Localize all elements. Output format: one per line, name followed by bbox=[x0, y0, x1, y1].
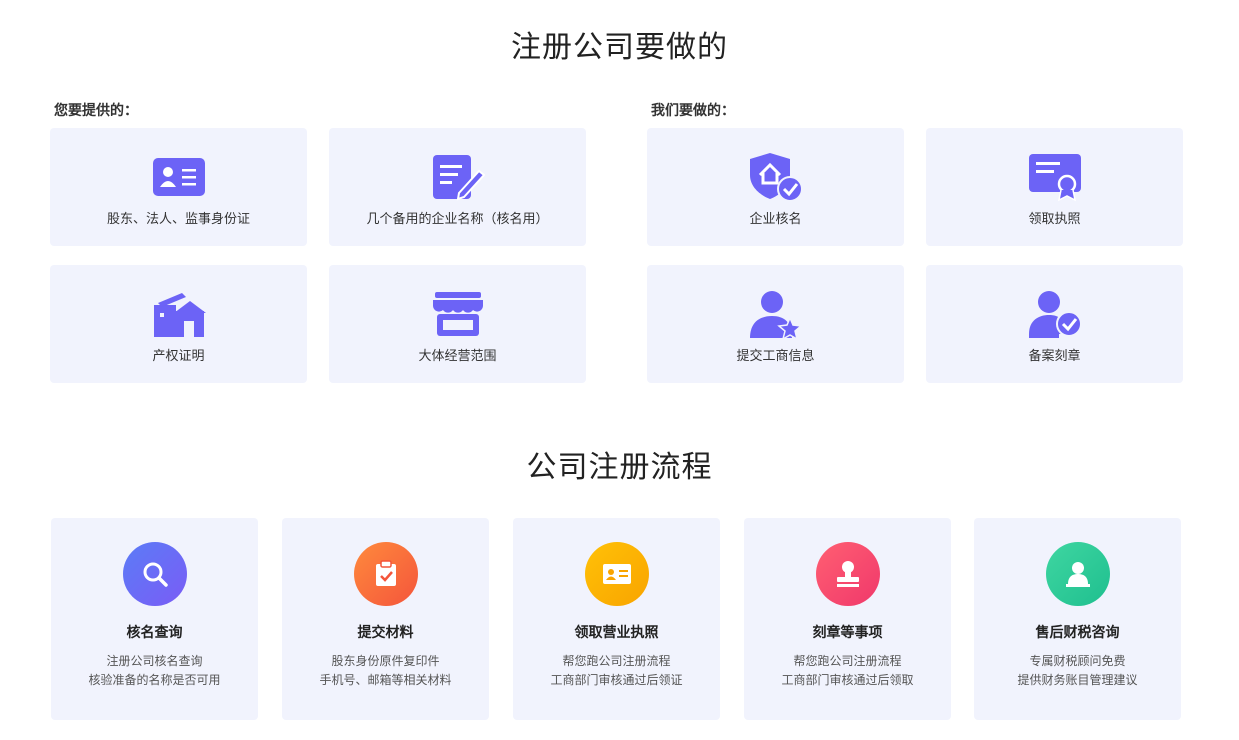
step-title: 提交材料 bbox=[357, 625, 414, 641]
stamp-icon bbox=[815, 542, 880, 606]
card-label: 备案刻章 bbox=[1028, 349, 1081, 364]
step-description: 注册公司核名查询 核验准备的名称是否可用 bbox=[88, 654, 221, 687]
step-title: 刻章等事项 bbox=[812, 625, 883, 641]
group-label-we-do: 我们要做的： bbox=[651, 103, 735, 119]
step-title: 售后财税咨询 bbox=[1035, 625, 1120, 641]
card-name-verification: 企业核名 bbox=[647, 128, 904, 246]
card-get-license: 领取执照 bbox=[926, 128, 1183, 246]
step-description: 专属财税顾问免费 提供财务账目管理建议 bbox=[1017, 654, 1138, 687]
card-label: 提交工商信息 bbox=[736, 349, 815, 364]
shield-check-icon bbox=[748, 152, 804, 202]
card-business-scope: 大体经营范围 bbox=[329, 265, 586, 383]
user-consult-icon bbox=[1045, 542, 1110, 606]
property-building-icon bbox=[151, 289, 207, 339]
card-label: 领取执照 bbox=[1028, 212, 1081, 227]
document-edit-icon bbox=[430, 152, 486, 202]
step-get-business-license: 领取营业执照 帮您跑公司注册流程 工商部门审核通过后领证 bbox=[513, 518, 720, 720]
card-property-proof: 产权证明 bbox=[50, 265, 307, 383]
group-label-you-provide: 您要提供的： bbox=[54, 103, 138, 119]
card-business-names: 几个备用的企业名称（核名用） bbox=[329, 128, 586, 246]
step-description: 帮您跑公司注册流程 工商部门审核通过后领取 bbox=[781, 654, 914, 687]
license-card-icon bbox=[584, 542, 649, 606]
step-seal-matters: 刻章等事项 帮您跑公司注册流程 工商部门审核通过后领取 bbox=[744, 518, 951, 720]
step-description: 帮您跑公司注册流程 工商部门审核通过后领证 bbox=[550, 654, 683, 687]
user-star-icon bbox=[748, 289, 804, 340]
card-submit-info: 提交工商信息 bbox=[647, 265, 904, 383]
card-label: 股东、法人、监事身份证 bbox=[106, 212, 250, 227]
clipboard-icon bbox=[353, 542, 418, 606]
card-label: 几个备用的企业名称（核名用） bbox=[366, 212, 549, 227]
step-description: 股东身份原件复印件 手机号、邮箱等相关材料 bbox=[319, 654, 452, 687]
card-label: 产权证明 bbox=[152, 349, 205, 364]
card-seal-registration: 备案刻章 bbox=[926, 265, 1183, 383]
storefront-icon bbox=[430, 289, 486, 339]
card-id-cards: 股东、法人、监事身份证 bbox=[50, 128, 307, 246]
section-title-requirements: 注册公司要做的 bbox=[511, 30, 728, 65]
step-title: 核名查询 bbox=[126, 625, 183, 641]
card-label: 企业核名 bbox=[749, 212, 802, 227]
id-card-icon bbox=[151, 152, 207, 202]
search-icon bbox=[122, 542, 187, 606]
license-certificate-icon bbox=[1027, 152, 1083, 202]
step-name-check: 核名查询 注册公司核名查询 核验准备的名称是否可用 bbox=[51, 518, 258, 720]
card-label: 大体经营范围 bbox=[418, 349, 497, 364]
step-title: 领取营业执照 bbox=[574, 625, 659, 641]
section-title-process: 公司注册流程 bbox=[526, 450, 713, 485]
step-after-sales-tax: 售后财税咨询 专属财税顾问免费 提供财务账目管理建议 bbox=[974, 518, 1181, 720]
user-check-icon bbox=[1027, 289, 1083, 339]
step-submit-materials: 提交材料 股东身份原件复印件 手机号、邮箱等相关材料 bbox=[282, 518, 489, 720]
